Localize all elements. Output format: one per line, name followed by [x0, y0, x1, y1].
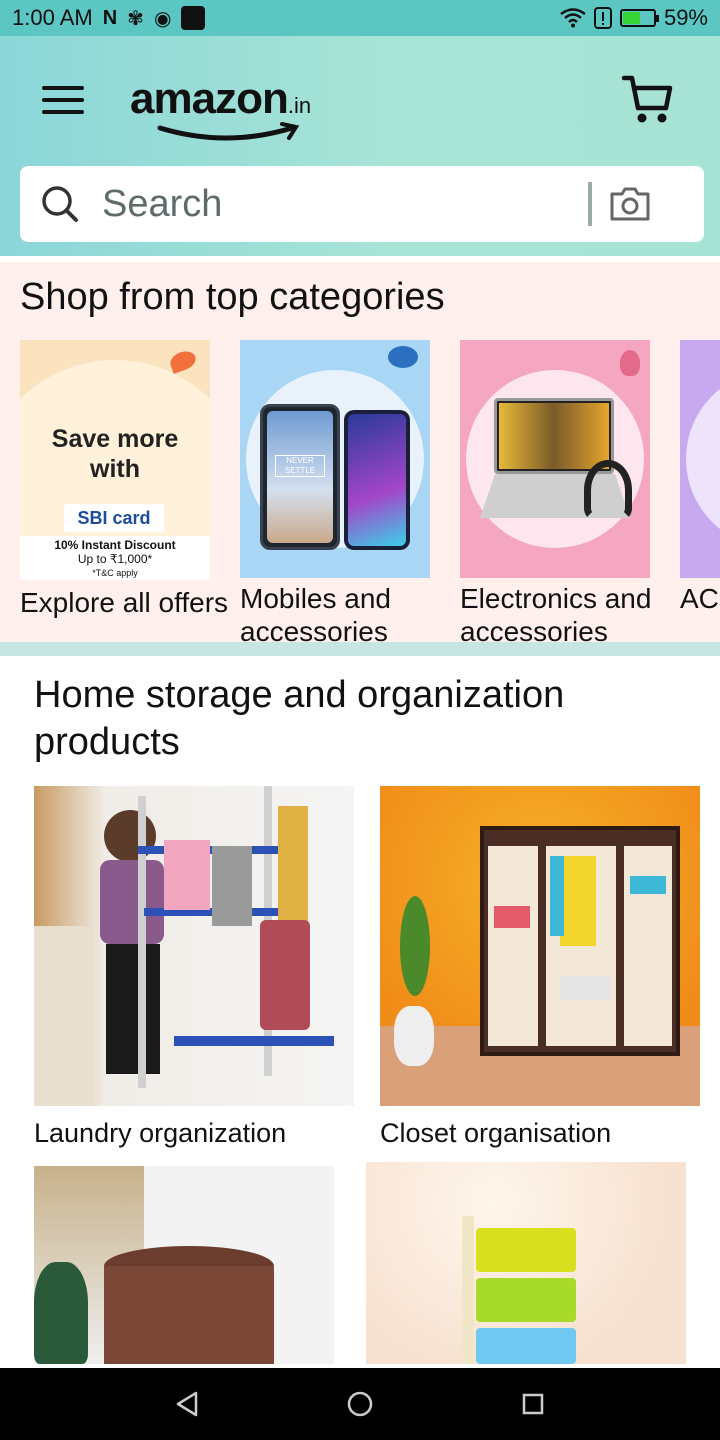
- product-label: Closet organisation: [380, 1118, 612, 1148]
- section-divider: [0, 642, 720, 656]
- alert-icon: [593, 7, 612, 29]
- product-card-laundry[interactable]: Laundry organization: [34, 786, 354, 1149]
- electronics-image: [460, 340, 650, 578]
- status-bar: 1:00 AM N ✾ ◉ 59%: [0, 0, 720, 36]
- category-label: Mobiles and accessories: [240, 583, 391, 642]
- home-button[interactable]: [340, 1384, 380, 1424]
- search-bar[interactable]: [20, 166, 704, 242]
- battery-fill: [622, 12, 640, 24]
- section-title: Shop from top categories: [20, 276, 445, 318]
- system-nav-bar: [0, 1368, 720, 1440]
- app-header: amazon.in: [0, 36, 720, 256]
- logo-smile-icon: [157, 122, 300, 141]
- search-divider: [588, 182, 592, 226]
- amazon-logo[interactable]: amazon.in: [130, 74, 360, 144]
- basket-image: [34, 1166, 334, 1364]
- back-icon: [176, 1391, 197, 1417]
- status-left: 1:00 AM N ✾ ◉: [12, 5, 206, 31]
- status-right: 59%: [560, 5, 708, 31]
- category-label: ACs and: [680, 583, 720, 614]
- notification-n-icon: N: [102, 6, 118, 29]
- product-card-drawers[interactable]: [366, 1162, 686, 1364]
- wifi-icon: [560, 8, 586, 28]
- splash-icon: [388, 346, 418, 368]
- logo-suffix: .in: [287, 93, 312, 118]
- sbi-card-logo: SBI card: [64, 504, 164, 532]
- drawers-image: [366, 1162, 686, 1364]
- closet-image: [380, 786, 700, 1106]
- home-icon: [347, 1391, 373, 1417]
- back-button[interactable]: [167, 1384, 207, 1424]
- notification-app-icon: ✾: [127, 7, 144, 30]
- category-card-offers[interactable]: Save more with SBI card 10% Instant Disc…: [20, 340, 230, 619]
- search-icon: [42, 186, 78, 222]
- tc-text: *T&C apply: [92, 568, 138, 578]
- product-card-basket[interactable]: [34, 1166, 334, 1364]
- product-label: Laundry organization: [34, 1118, 287, 1148]
- promo-line-2: with: [90, 455, 140, 483]
- notification-eye-icon: ◉: [153, 7, 172, 30]
- recents-button[interactable]: [513, 1384, 553, 1424]
- menu-icon[interactable]: [42, 86, 84, 116]
- battery-percent: 59%: [663, 5, 708, 30]
- bird-icon: [167, 348, 199, 374]
- balloon-icon: [620, 350, 640, 376]
- category-card-acs[interactable]: ACs and: [680, 340, 720, 615]
- recents-icon: [523, 1393, 544, 1415]
- product-card-closet[interactable]: Closet organisation: [380, 786, 700, 1149]
- category-label: Electronics and accessories: [460, 583, 652, 642]
- phone-text: NEVER SETTLE: [275, 455, 325, 477]
- status-time: 1:00 AM: [12, 5, 93, 30]
- home-storage-title: Home storage and organization products: [34, 674, 565, 763]
- laundry-image: [34, 786, 354, 1106]
- acs-image: [680, 340, 720, 578]
- notification-square-icon: [181, 6, 206, 30]
- camera-icon[interactable]: [608, 184, 652, 224]
- category-label: Explore all offers: [20, 587, 229, 618]
- mobiles-image: NEVER SETTLE: [240, 340, 430, 578]
- search-input[interactable]: [102, 182, 582, 226]
- discount-text: 10% Instant Discount: [54, 538, 176, 552]
- logo-text: amazon: [130, 74, 289, 123]
- category-card-electronics[interactable]: Electronics and accessories: [460, 340, 670, 642]
- headphones-icon: [584, 460, 632, 520]
- battery-icon: [619, 9, 659, 27]
- top-categories-section: Shop from top categories Save more with …: [0, 262, 720, 642]
- category-card-mobiles[interactable]: NEVER SETTLE Mobiles and accessories: [240, 340, 450, 642]
- cart-icon[interactable]: [620, 72, 676, 128]
- promo-line-1: Save more: [51, 425, 179, 453]
- discount-sub: Up to ₹1,000*: [77, 552, 153, 566]
- offers-image: Save more with SBI card 10% Instant Disc…: [20, 340, 210, 580]
